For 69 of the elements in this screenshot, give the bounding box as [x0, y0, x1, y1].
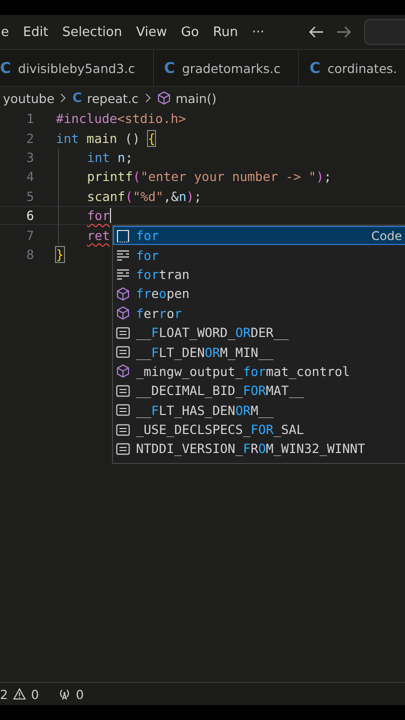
c-file-icon: C: [309, 59, 320, 77]
cube-icon: [116, 286, 130, 301]
constant-icon: [116, 442, 130, 455]
line-number: 8: [25, 246, 34, 262]
chevron-icon: [144, 93, 152, 103]
code-line: scanf("%d",&n);: [87, 188, 202, 204]
menu-item[interactable]: Selection: [62, 24, 122, 40]
menu-item[interactable]: ···: [252, 24, 264, 40]
suggestion-detail: Code: [371, 228, 402, 243]
suggestion-item[interactable]: fortran: [113, 264, 405, 284]
suggestion-item[interactable]: NTDDI_VERSION_FROM_WIN32_WINNT: [113, 439, 405, 459]
suggestion-item[interactable]: _USE_DECLSPECS_FOR_SAL: [113, 420, 405, 440]
menu-item[interactable]: Run: [213, 24, 238, 40]
c-file-icon: C: [164, 59, 175, 77]
constant-icon: [116, 384, 130, 397]
cube-icon: [116, 306, 130, 320]
line-number: 1: [25, 111, 34, 126]
keyword-icon: [116, 248, 130, 262]
line-number: 3: [25, 150, 34, 165]
keyword-icon: [116, 267, 130, 282]
warning-icon: [12, 688, 26, 700]
cube-icon: [156, 91, 171, 105]
code-line: int n;: [87, 150, 133, 165]
error-count[interactable]: 2: [0, 686, 8, 702]
suggestion-item[interactable]: ferror: [113, 304, 405, 323]
suggestion-item[interactable]: __FLT_HAS_DENORM__: [113, 400, 405, 420]
cube-icon: [116, 364, 130, 378]
suggestion-item[interactable]: __DECIMAL_BID_FORMAT__: [113, 381, 405, 401]
constant-icon: [116, 326, 130, 339]
line-number: 7: [25, 228, 34, 243]
menu-item[interactable]: Edit: [23, 24, 48, 40]
breadcrumb-folder[interactable]: youtube: [3, 90, 54, 106]
c-file-icon: C: [72, 90, 82, 106]
suggestion-item[interactable]: for Code: [113, 226, 405, 246]
chevron-icon: [59, 93, 68, 103]
c-file-icon: C: [0, 59, 12, 77]
line-number: 5: [25, 188, 34, 204]
code-line: for: [87, 208, 110, 224]
suggestion-item[interactable]: for: [113, 245, 405, 265]
constant-icon: [116, 424, 130, 436]
code-line: printf("enter your number -> ");: [87, 169, 332, 184]
suggestion-item[interactable]: _mingw_output_format_control: [113, 362, 405, 382]
menu-item[interactable]: e: [1, 24, 9, 40]
line-number: 2: [25, 130, 34, 146]
code-line: #include<stdio.h>: [56, 111, 186, 126]
editor-tab[interactable]: C divisibleby5and3.c: [0, 50, 154, 86]
snippet-icon: [116, 228, 130, 243]
ports-count[interactable]: 0: [76, 686, 84, 702]
back-arrow-icon[interactable]: [308, 25, 324, 39]
suggestion-item[interactable]: __FLOAT_WORD_ORDER__: [113, 322, 405, 342]
editor-tab[interactable]: C gradetomarks.c: [154, 50, 300, 86]
code-line: ret: [87, 228, 110, 243]
suggestion-item[interactable]: freopen: [113, 284, 405, 304]
line-number: 6: [25, 208, 34, 224]
line-number: 4: [25, 169, 34, 184]
constant-icon: [116, 404, 130, 416]
menu-item[interactable]: Go: [180, 24, 199, 40]
breadcrumb-symbol[interactable]: main(): [176, 90, 217, 106]
editor-tab[interactable]: C cordinates.: [299, 50, 405, 86]
code-line: int main () {: [56, 130, 156, 146]
forward-arrow-icon[interactable]: [336, 25, 352, 39]
constant-icon: [116, 346, 130, 358]
suggestion-item[interactable]: __FLT_DENORM_MIN__: [113, 342, 405, 362]
breadcrumb-file[interactable]: repeat.c: [86, 90, 139, 106]
code-line: }: [56, 246, 64, 262]
menu-item[interactable]: View: [136, 24, 167, 40]
warning-count[interactable]: 0: [30, 686, 39, 702]
search-field[interactable]: [364, 19, 405, 45]
broadcast-icon: [58, 688, 71, 700]
